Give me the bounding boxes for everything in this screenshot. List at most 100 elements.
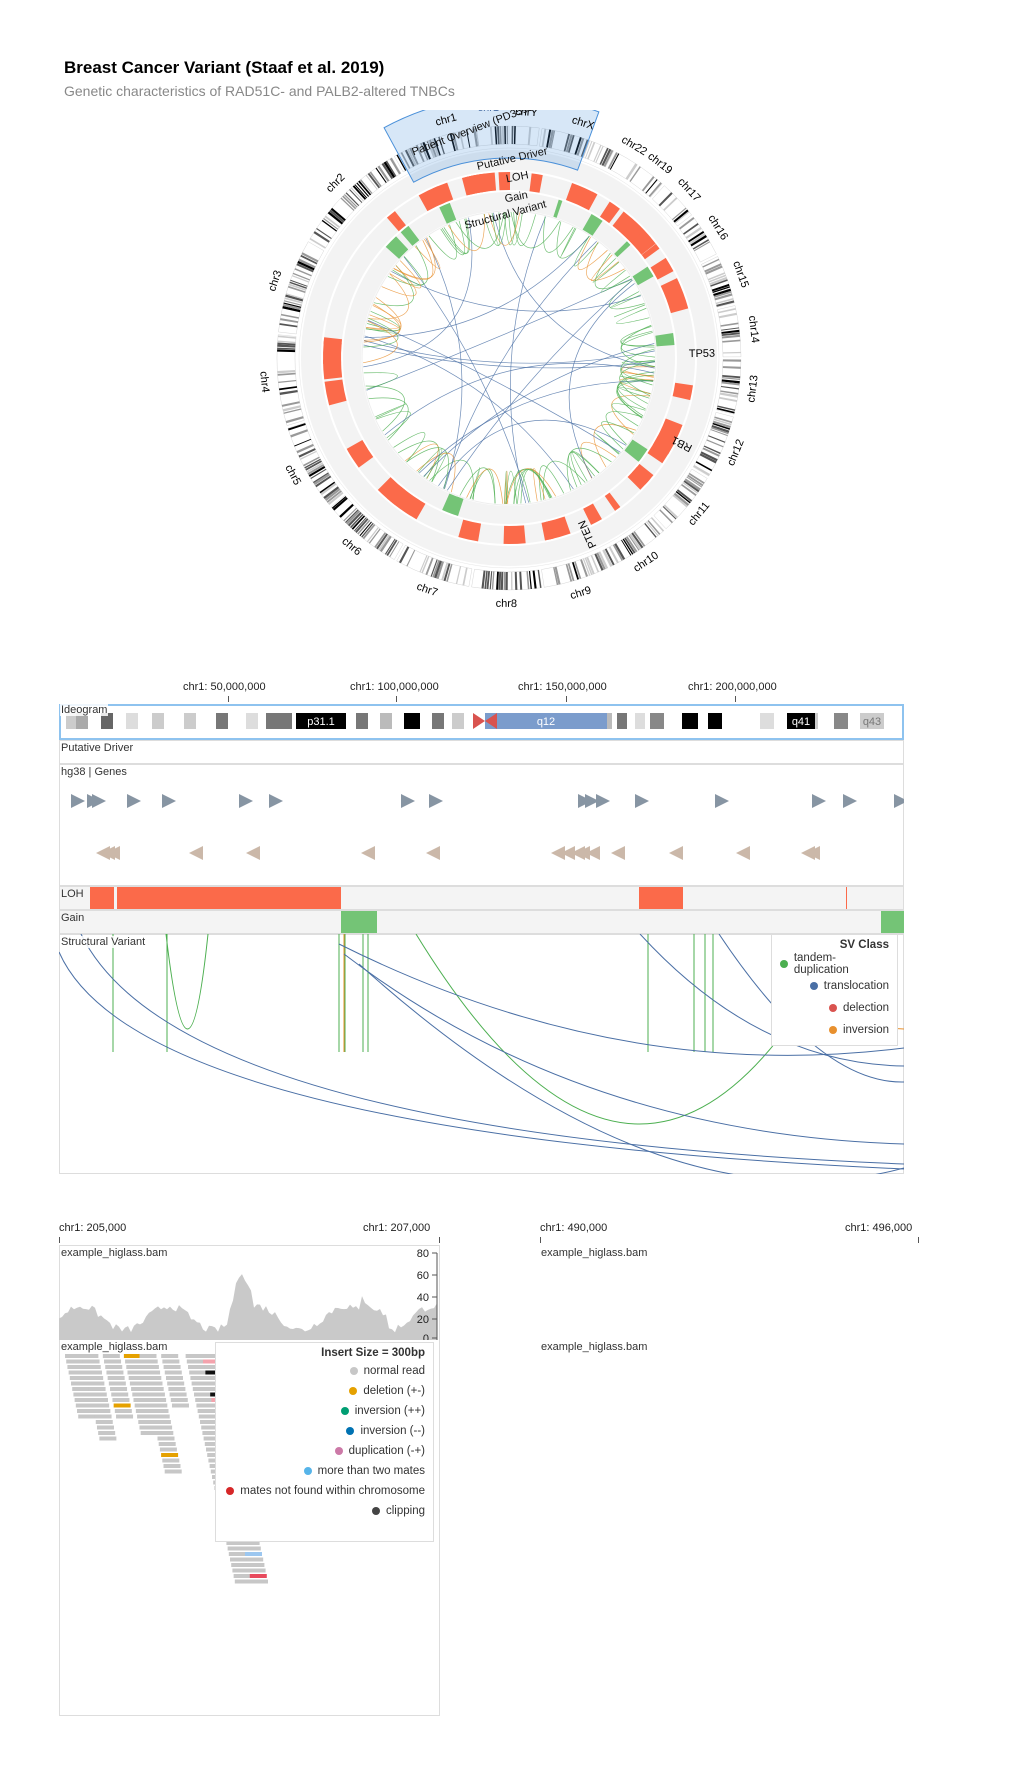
reads-left-label: example_higlass.bam [60, 1341, 169, 1353]
read [167, 1381, 185, 1386]
chromosome-label-chr22: chr22 [619, 134, 649, 158]
bam-right-axis-tick-label: chr1: 496,000 [845, 1222, 913, 1234]
read [113, 1403, 131, 1408]
read [112, 1398, 130, 1402]
insert-legend-item: inversion (++) [216, 1401, 433, 1421]
read [92, 1403, 110, 1408]
read [198, 1414, 216, 1419]
ideogram-band-label: p31.1 [307, 716, 335, 728]
bam-left-axis-tick-label: chr1: 205,000 [59, 1222, 127, 1234]
read [105, 1365, 123, 1369]
ideogram-chr14 [717, 305, 742, 358]
coverage-y-tick-label: 80 [417, 1248, 429, 1260]
read [77, 1409, 95, 1413]
bam-right-axis-tick [918, 1237, 919, 1243]
gene-forward-arrow [92, 794, 106, 808]
chromosome-label-chr11: chr11 [686, 500, 712, 528]
ideogram-band-label: q43 [863, 716, 881, 728]
read [152, 1414, 170, 1419]
circos-loh-segment [466, 172, 497, 195]
bam-right-axis-tick [540, 1237, 541, 1243]
gene-forward-arrow [162, 794, 176, 808]
read [127, 1370, 145, 1375]
chromosome-label-chr10: chr10 [631, 549, 661, 574]
read [185, 1354, 203, 1358]
read [161, 1354, 179, 1358]
ideogram-band [682, 713, 698, 729]
read [96, 1425, 114, 1430]
read [83, 1365, 101, 1369]
loh-track-label: LOH [61, 888, 84, 900]
ideogram-track-label: Ideogram [60, 704, 109, 716]
sv-legend-item: tandem-duplication [772, 952, 897, 976]
read [147, 1392, 165, 1397]
chromosome-label-chr8: chr8 [496, 598, 518, 610]
ideogram-band-label: q41 [792, 716, 810, 728]
insert-legend-item: more than two mates [216, 1461, 433, 1481]
read [82, 1359, 100, 1364]
page-title: Breast Cancer Variant (Staaf et al. 2019… [64, 58, 385, 77]
read [158, 1442, 176, 1446]
insert-legend-item: duplication (-+) [216, 1441, 433, 1461]
read [143, 1370, 161, 1375]
insert-legend-label: inversion (--) [360, 1425, 425, 1437]
read [191, 1381, 209, 1386]
linear-axis-tick-label: chr1: 50,000,000 [183, 681, 266, 693]
coverage-y-tick-label: 60 [417, 1270, 429, 1282]
gene-forward-arrow [269, 794, 283, 808]
ideogram-band [126, 713, 138, 729]
putative-driver-track [59, 740, 904, 764]
read [116, 1414, 134, 1419]
insert-legend-item: deletion (+-) [216, 1381, 433, 1401]
linear-axis-tick-label: chr1: 150,000,000 [518, 681, 607, 693]
read [248, 1568, 266, 1573]
insert-legend-label: duplication (-+) [348, 1445, 425, 1457]
coverage-y-tick-label: 20 [417, 1314, 429, 1326]
legend-dot-icon [828, 1026, 837, 1034]
legend-dot-icon [828, 1004, 837, 1012]
read [170, 1398, 188, 1402]
sv-legend-label: translocation [823, 980, 889, 992]
legend-dot-icon [346, 1427, 355, 1435]
chromosome-label-chr2: chr2 [324, 171, 348, 195]
sv-arc [165, 934, 209, 1030]
insert-legend-label: deletion (+-) [363, 1385, 425, 1397]
read [140, 1431, 158, 1435]
read [243, 1546, 261, 1551]
read [66, 1359, 84, 1364]
chromosome-label-chr14: chr14 [746, 315, 761, 344]
chromosome-label-chr12: chr12 [725, 438, 747, 468]
insert-legend-item: mates not found within chromosome [216, 1481, 433, 1501]
read [231, 1563, 249, 1567]
read [107, 1376, 125, 1380]
gene-forward-arrow [127, 794, 141, 808]
legend-dot-icon [809, 982, 818, 990]
read [138, 1420, 156, 1424]
loh-segment [639, 887, 683, 909]
circos-overview[interactable]: chr1 chr2 chr3 chr4 chr5 chr6 chr7 chr8 chr9 chr1… [0, 110, 1021, 750]
coverage-right-label: example_higlass.bam [540, 1247, 649, 1259]
read [137, 1414, 155, 1419]
circos-selected-chr: chr1 [478, 110, 499, 114]
ideogram-band [505, 571, 508, 590]
insert-legend-label: normal read [363, 1365, 425, 1377]
ideogram-band-label: q12 [537, 716, 555, 728]
ideogram-chr22 [607, 151, 638, 181]
read [189, 1370, 207, 1375]
read [227, 1546, 245, 1551]
circos-loh-segment [503, 525, 526, 544]
read [78, 1414, 96, 1419]
read [71, 1381, 89, 1386]
read [250, 1579, 268, 1584]
read [162, 1458, 180, 1463]
read [125, 1359, 143, 1364]
read [164, 1469, 182, 1474]
read [234, 1579, 252, 1584]
sv-track-label: Structural Variant [60, 936, 147, 948]
linear-axis-tick [228, 696, 229, 702]
read [140, 1359, 158, 1364]
read [188, 1365, 206, 1369]
gene-forward-arrow [401, 794, 415, 808]
read [163, 1464, 181, 1468]
coverage-y-tick-label: 0 [423, 1333, 429, 1340]
